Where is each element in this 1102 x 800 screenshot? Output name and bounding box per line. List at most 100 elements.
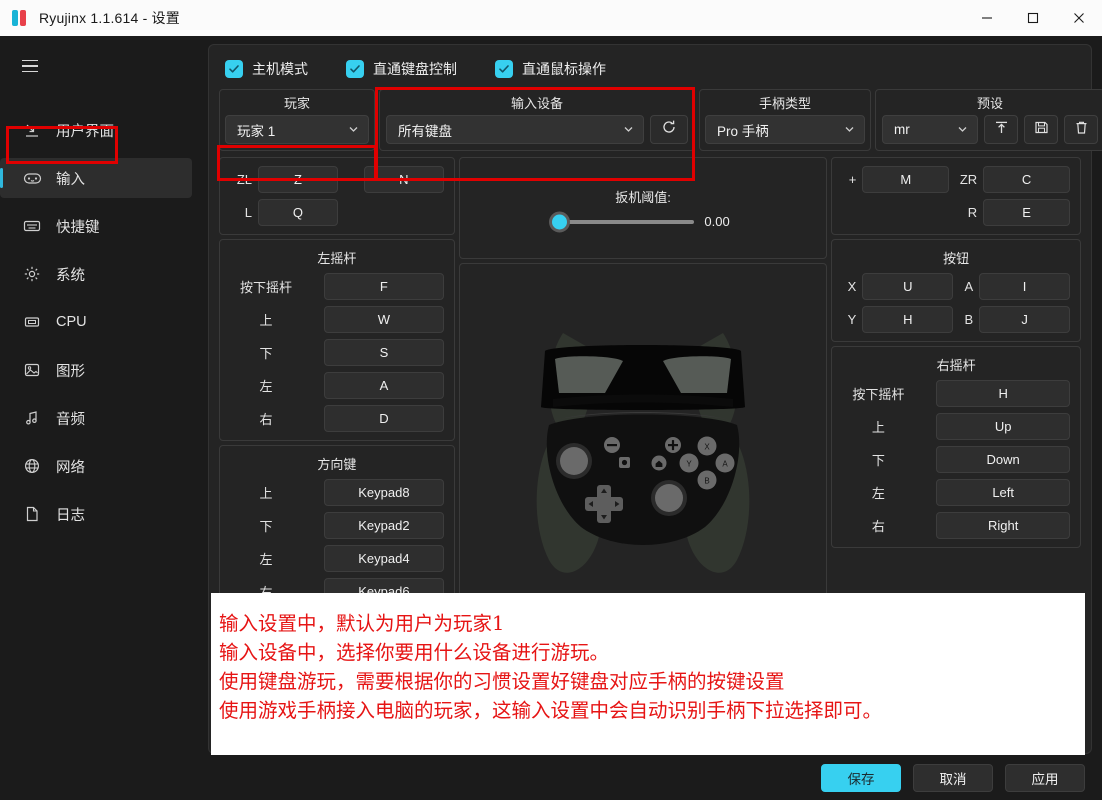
plus-label: + xyxy=(848,172,857,187)
r-label: R xyxy=(967,205,978,220)
checkbox-checked-icon[interactable] xyxy=(225,60,243,78)
left-stick-press-binding[interactable]: F xyxy=(324,273,444,300)
music-note-icon xyxy=(22,408,42,428)
dpad-down-label: 下 xyxy=(259,519,273,534)
left-stick-left-binding[interactable]: A xyxy=(324,372,444,399)
device-select[interactable]: 所有键盘 xyxy=(386,115,644,144)
maximize-button[interactable] xyxy=(1010,0,1056,36)
sidebar-item-label: 输入 xyxy=(56,171,85,188)
trigger-threshold-card: 扳机阈值: 0.00 xyxy=(458,157,828,259)
save-preset-button[interactable] xyxy=(1024,115,1058,144)
globe-icon xyxy=(22,456,42,476)
sidebar-item-label: 快捷键 xyxy=(56,219,100,236)
sidebar-item-input[interactable]: 输入 xyxy=(0,158,192,198)
apply-button[interactable]: 应用 xyxy=(1005,763,1085,792)
toggle-direct-mouse[interactable]: 直通鼠标操作 xyxy=(495,59,606,79)
preset-select[interactable]: mr xyxy=(882,115,978,144)
dpad-left-label: 左 xyxy=(259,552,273,567)
a-binding[interactable]: I xyxy=(979,273,1070,300)
r-binding[interactable]: E xyxy=(983,199,1070,226)
close-button[interactable] xyxy=(1056,0,1102,36)
sidebar-item-system[interactable]: 系统 xyxy=(0,254,192,294)
sidebar-item-network[interactable]: 网络 xyxy=(0,446,192,486)
zl-binding[interactable]: Z xyxy=(258,166,338,193)
player-select[interactable]: 玩家 1 xyxy=(225,115,369,144)
slider-thumb[interactable] xyxy=(549,211,571,232)
annotation-line-4: 使用游戏手柄接入电脑的玩家，这输入设置中会自动识别手柄下拉选择即可。 xyxy=(219,699,883,722)
cpu-chip-icon xyxy=(22,312,42,332)
sidebar-item-label: 用户界面 xyxy=(56,123,114,140)
preset-group-title: 预设 xyxy=(976,96,1003,111)
plus-binding[interactable]: M xyxy=(862,166,950,193)
title-bar: Ryujinx 1.1.614 - 设置 xyxy=(0,0,1102,36)
device-select-value: 所有键盘 xyxy=(398,123,452,139)
left-stick-up-binding[interactable]: W xyxy=(324,306,444,333)
toggle-direct-keyboard[interactable]: 直通键盘控制 xyxy=(346,59,457,79)
binding-columns: ZL Z - N L Q 左摇杆 按下摇杆 F 上 W 下 S 左 A 右 D … xyxy=(219,157,1081,667)
zr-binding[interactable]: C xyxy=(983,166,1070,193)
dialog-footer: 保存 取消 应用 xyxy=(200,755,1102,800)
left-stick-title: 左摇杆 xyxy=(317,251,357,266)
dpad-card: 方向键 上 Keypad8 下 Keypad2 左 Keypad4 Keypad… xyxy=(219,445,455,614)
sidebar-item-cpu[interactable]: CPU xyxy=(0,302,192,342)
sidebar-item-label: 音频 xyxy=(56,411,85,428)
window-controls xyxy=(964,0,1102,36)
threshold-slider[interactable] xyxy=(549,211,695,232)
sidebar-item-audio[interactable]: 音频 xyxy=(0,398,192,438)
hamburger-icon[interactable] xyxy=(8,44,52,88)
minimize-button[interactable] xyxy=(964,0,1010,36)
binding-row: 下 Down xyxy=(842,446,1070,473)
a-label: A xyxy=(964,279,974,294)
right-stick-left-binding[interactable]: Left xyxy=(936,479,1070,506)
b-binding[interactable]: J xyxy=(979,306,1070,333)
binding-row: 上 W xyxy=(230,306,444,333)
toggle-docked-mode[interactable]: 主机模式 xyxy=(225,59,308,79)
minus-binding[interactable]: N xyxy=(363,166,444,193)
l-binding[interactable]: Q xyxy=(258,199,338,226)
settings-window: Ryujinx 1.1.614 - 设置 用户界面 输入 快捷键 系统 CPU … xyxy=(0,0,1102,800)
dpad-title: 方向键 xyxy=(317,457,357,472)
save-button[interactable]: 保存 xyxy=(821,763,901,792)
b-label: B xyxy=(964,312,974,327)
document-icon xyxy=(22,504,42,524)
refresh-devices-button[interactable] xyxy=(650,115,688,144)
x-binding[interactable]: U xyxy=(862,273,954,300)
sidebar-item-ui[interactable]: 用户界面 xyxy=(0,110,192,150)
toggle-label: 直通键盘控制 xyxy=(373,61,457,77)
image-icon xyxy=(22,360,42,380)
sidebar-item-logging[interactable]: 日志 xyxy=(0,494,192,534)
middle-column: 扳机阈值: 0.00 X A Y B xyxy=(458,157,828,667)
right-stick-right-label: 右 xyxy=(871,519,885,534)
right-stick-down-binding[interactable]: Down xyxy=(936,446,1070,473)
right-stick-up-label: 上 xyxy=(871,420,885,435)
sidebar-item-hotkeys[interactable]: 快捷键 xyxy=(0,206,192,246)
right-stick-right-binding[interactable]: Right xyxy=(936,512,1070,539)
buttons-card: 按钮 X U A I Y H B J xyxy=(831,239,1081,342)
checkbox-checked-icon[interactable] xyxy=(346,60,364,78)
load-preset-button[interactable] xyxy=(984,115,1018,144)
binding-row: 按下摇杆 F xyxy=(230,273,444,300)
left-stick-down-binding[interactable]: S xyxy=(324,339,444,366)
right-stick-press-label: 按下摇杆 xyxy=(852,387,905,402)
annotation-line-2: 输入设备中，选择你要用什么设备进行游玩。 xyxy=(219,641,610,664)
y-binding[interactable]: H xyxy=(862,306,954,333)
right-stick-press-binding[interactable]: H xyxy=(936,380,1070,407)
left-stick-right-binding[interactable]: D xyxy=(324,405,444,432)
l-label: L xyxy=(244,205,252,220)
player-group: 玩家 玩家 1 xyxy=(219,89,375,151)
dpad-left-binding[interactable]: Keypad4 xyxy=(324,545,444,572)
delete-preset-button[interactable] xyxy=(1064,115,1098,144)
cancel-button[interactable]: 取消 xyxy=(913,763,993,792)
binding-row: 右 D xyxy=(230,405,444,432)
sidebar-item-graphics[interactable]: 图形 xyxy=(0,350,192,390)
left-stick-left-label: 左 xyxy=(259,379,273,394)
chevron-down-icon xyxy=(623,122,634,137)
dpad-down-binding[interactable]: Keypad2 xyxy=(324,512,444,539)
controller-type-select[interactable]: Pro 手柄 xyxy=(705,115,865,144)
dpad-up-binding[interactable]: Keypad8 xyxy=(324,479,444,506)
right-stick-up-binding[interactable]: Up xyxy=(936,413,1070,440)
binding-row: 右 Right xyxy=(842,512,1070,539)
left-stick-card: 左摇杆 按下摇杆 F 上 W 下 S 左 A 右 D xyxy=(219,239,455,441)
minus-label: - xyxy=(353,172,358,187)
checkbox-checked-icon[interactable] xyxy=(495,60,513,78)
